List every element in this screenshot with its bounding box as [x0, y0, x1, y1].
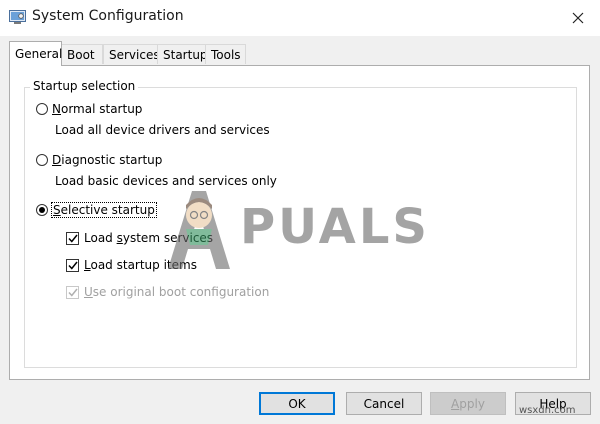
group-label: Startup selection — [30, 79, 139, 93]
tab-tools[interactable]: Tools — [205, 44, 246, 64]
load-startup-items-checkbox[interactable]: Load startup items — [66, 256, 197, 274]
tab-general[interactable]: General — [9, 41, 62, 66]
general-tab-page: Startup selection Normal startup Load al… — [9, 65, 590, 380]
tab-services[interactable]: Services — [103, 44, 160, 64]
diagnostic-startup-radio[interactable]: Diagnostic startup — [36, 151, 162, 169]
tab-startup[interactable]: Startup — [157, 44, 208, 64]
checkmark-icon — [67, 261, 78, 270]
radio-indicator-checked — [36, 204, 48, 216]
normal-startup-description: Load all device drivers and services — [55, 123, 270, 137]
selective-startup-radio[interactable]: Selective startup — [36, 201, 157, 219]
radio-label: Normal startup — [52, 102, 143, 116]
radio-indicator — [36, 154, 48, 166]
checkbox-label: Load system services — [84, 231, 214, 245]
checkbox-indicator — [66, 231, 79, 245]
radio-indicator — [36, 103, 48, 115]
tab-strip: General Boot Services Startup Tools — [0, 0, 600, 70]
load-system-services-checkbox[interactable]: Load system services — [66, 229, 213, 247]
radio-label: Selective startup — [51, 202, 157, 218]
tab-boot[interactable]: Boot — [61, 44, 103, 64]
system-configuration-window: System Configuration General Boot Servic… — [0, 0, 600, 424]
checkbox-indicator — [66, 285, 79, 299]
use-original-boot-config-checkbox[interactable]: Use original boot configuration — [66, 283, 269, 301]
startup-selection-group: Startup selection Normal startup Load al… — [24, 79, 577, 368]
radio-label: Diagnostic startup — [52, 153, 163, 167]
site-watermark: wsxdn.com — [519, 405, 576, 416]
checkbox-label: Load startup items — [84, 258, 197, 272]
checkbox-label: Use original boot configuration — [84, 285, 270, 299]
ok-button[interactable]: OK — [259, 392, 335, 415]
diagnostic-startup-description: Load basic devices and services only — [55, 174, 277, 188]
checkmark-icon — [67, 234, 78, 243]
checkbox-indicator — [66, 258, 79, 272]
cancel-button[interactable]: Cancel — [346, 392, 422, 415]
normal-startup-radio[interactable]: Normal startup — [36, 100, 142, 118]
checkmark-icon — [67, 288, 78, 297]
apply-button[interactable]: Apply — [430, 392, 506, 415]
